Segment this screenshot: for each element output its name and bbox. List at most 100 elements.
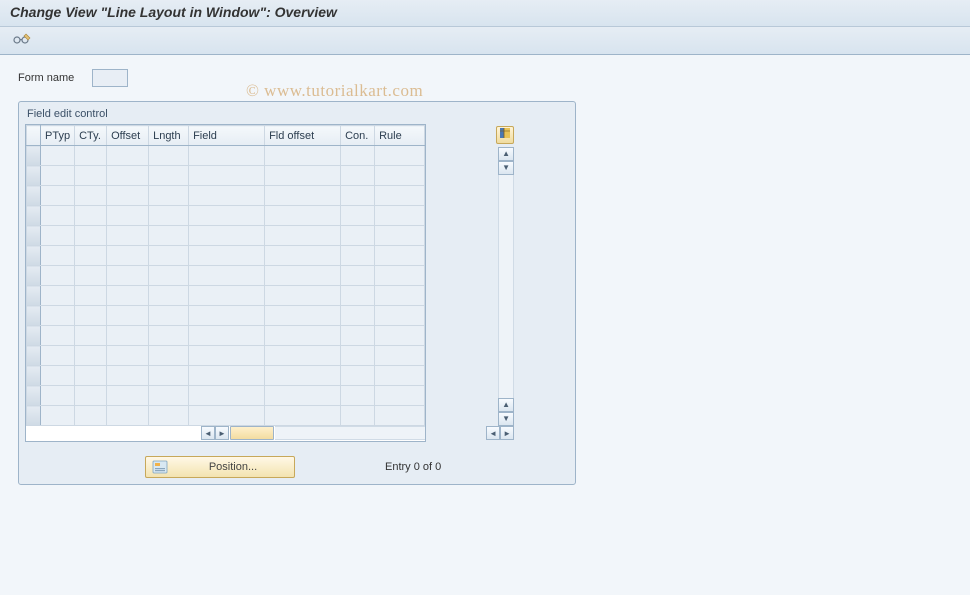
table-cell[interactable] — [341, 226, 375, 246]
hscroll-left-button-2[interactable]: ◄ — [486, 426, 500, 440]
table-cell[interactable] — [41, 326, 75, 346]
column-header[interactable]: Lngth — [149, 126, 189, 146]
table-cell[interactable] — [375, 346, 425, 366]
table-cell[interactable] — [149, 146, 189, 166]
table-cell[interactable] — [41, 306, 75, 326]
table-cell[interactable] — [341, 186, 375, 206]
hscroll-right-button-2[interactable]: ► — [500, 426, 514, 440]
table-cell[interactable] — [75, 206, 107, 226]
table-cell[interactable] — [341, 366, 375, 386]
column-header[interactable]: Field — [189, 126, 265, 146]
table-cell[interactable] — [149, 186, 189, 206]
table-cell[interactable] — [265, 166, 341, 186]
display-change-toggle-button[interactable] — [10, 31, 34, 51]
row-selector[interactable] — [27, 206, 41, 226]
column-header[interactable]: PTyp — [41, 126, 75, 146]
table-cell[interactable] — [265, 326, 341, 346]
table-cell[interactable] — [107, 406, 149, 426]
table-cell[interactable] — [375, 386, 425, 406]
table-cell[interactable] — [265, 366, 341, 386]
table-cell[interactable] — [375, 166, 425, 186]
table-cell[interactable] — [149, 286, 189, 306]
table-cell[interactable] — [189, 206, 265, 226]
hscroll-track[interactable] — [275, 426, 425, 440]
table-cell[interactable] — [189, 266, 265, 286]
table-cell[interactable] — [41, 386, 75, 406]
table-cell[interactable] — [341, 206, 375, 226]
table-cell[interactable] — [41, 286, 75, 306]
row-selector[interactable] — [27, 266, 41, 286]
hscroll-thumb[interactable] — [230, 426, 274, 440]
table-cell[interactable] — [189, 366, 265, 386]
table-cell[interactable] — [149, 206, 189, 226]
table-cell[interactable] — [375, 226, 425, 246]
column-header[interactable]: Fld offset — [265, 126, 341, 146]
table-cell[interactable] — [107, 166, 149, 186]
row-selector[interactable] — [27, 246, 41, 266]
column-header[interactable]: CTy. — [75, 126, 107, 146]
form-name-input[interactable] — [92, 69, 128, 87]
table-cell[interactable] — [265, 146, 341, 166]
table-cell[interactable] — [375, 186, 425, 206]
table-cell[interactable] — [75, 146, 107, 166]
table-cell[interactable] — [75, 226, 107, 246]
table-cell[interactable] — [41, 166, 75, 186]
table-cell[interactable] — [189, 406, 265, 426]
table-cell[interactable] — [341, 166, 375, 186]
table-cell[interactable] — [265, 186, 341, 206]
table-cell[interactable] — [107, 206, 149, 226]
table-cell[interactable] — [149, 266, 189, 286]
table-cell[interactable] — [189, 346, 265, 366]
table-cell[interactable] — [75, 266, 107, 286]
row-selector[interactable] — [27, 166, 41, 186]
table-cell[interactable] — [189, 186, 265, 206]
hscroll-right-button[interactable]: ► — [215, 426, 229, 440]
table-cell[interactable] — [189, 166, 265, 186]
table-cell[interactable] — [189, 286, 265, 306]
table-cell[interactable] — [149, 366, 189, 386]
table-cell[interactable] — [41, 146, 75, 166]
hscroll-left-button[interactable]: ◄ — [201, 426, 215, 440]
table-cell[interactable] — [75, 386, 107, 406]
table-cell[interactable] — [75, 366, 107, 386]
vscroll-up-button-2[interactable]: ▲ — [498, 398, 514, 412]
table-cell[interactable] — [75, 246, 107, 266]
table-cell[interactable] — [341, 306, 375, 326]
table-cell[interactable] — [149, 166, 189, 186]
table-cell[interactable] — [265, 406, 341, 426]
table-cell[interactable] — [75, 406, 107, 426]
table-cell[interactable] — [375, 246, 425, 266]
table-cell[interactable] — [149, 346, 189, 366]
table-cell[interactable] — [75, 186, 107, 206]
table-cell[interactable] — [375, 286, 425, 306]
table-cell[interactable] — [75, 326, 107, 346]
table-cell[interactable] — [375, 146, 425, 166]
table-cell[interactable] — [341, 406, 375, 426]
table-cell[interactable] — [75, 166, 107, 186]
row-selector[interactable] — [27, 366, 41, 386]
table-cell[interactable] — [41, 266, 75, 286]
table-cell[interactable] — [41, 186, 75, 206]
table-cell[interactable] — [41, 346, 75, 366]
table-cell[interactable] — [341, 246, 375, 266]
table-cell[interactable] — [265, 306, 341, 326]
table-cell[interactable] — [341, 346, 375, 366]
table-cell[interactable] — [189, 306, 265, 326]
column-header[interactable]: Rule — [375, 126, 425, 146]
table-cell[interactable] — [107, 266, 149, 286]
table-cell[interactable] — [107, 246, 149, 266]
table-cell[interactable] — [189, 246, 265, 266]
table-cell[interactable] — [41, 406, 75, 426]
table-cell[interactable] — [189, 226, 265, 246]
table-cell[interactable] — [375, 366, 425, 386]
vscroll-down-button[interactable]: ▼ — [498, 161, 514, 175]
vscroll-up-button[interactable]: ▲ — [498, 147, 514, 161]
column-header[interactable]: Offset — [107, 126, 149, 146]
table-cell[interactable] — [107, 146, 149, 166]
row-selector[interactable] — [27, 406, 41, 426]
table-cell[interactable] — [189, 326, 265, 346]
table-cell[interactable] — [265, 346, 341, 366]
row-selector[interactable] — [27, 146, 41, 166]
column-header[interactable]: Con. — [341, 126, 375, 146]
table-cell[interactable] — [265, 286, 341, 306]
